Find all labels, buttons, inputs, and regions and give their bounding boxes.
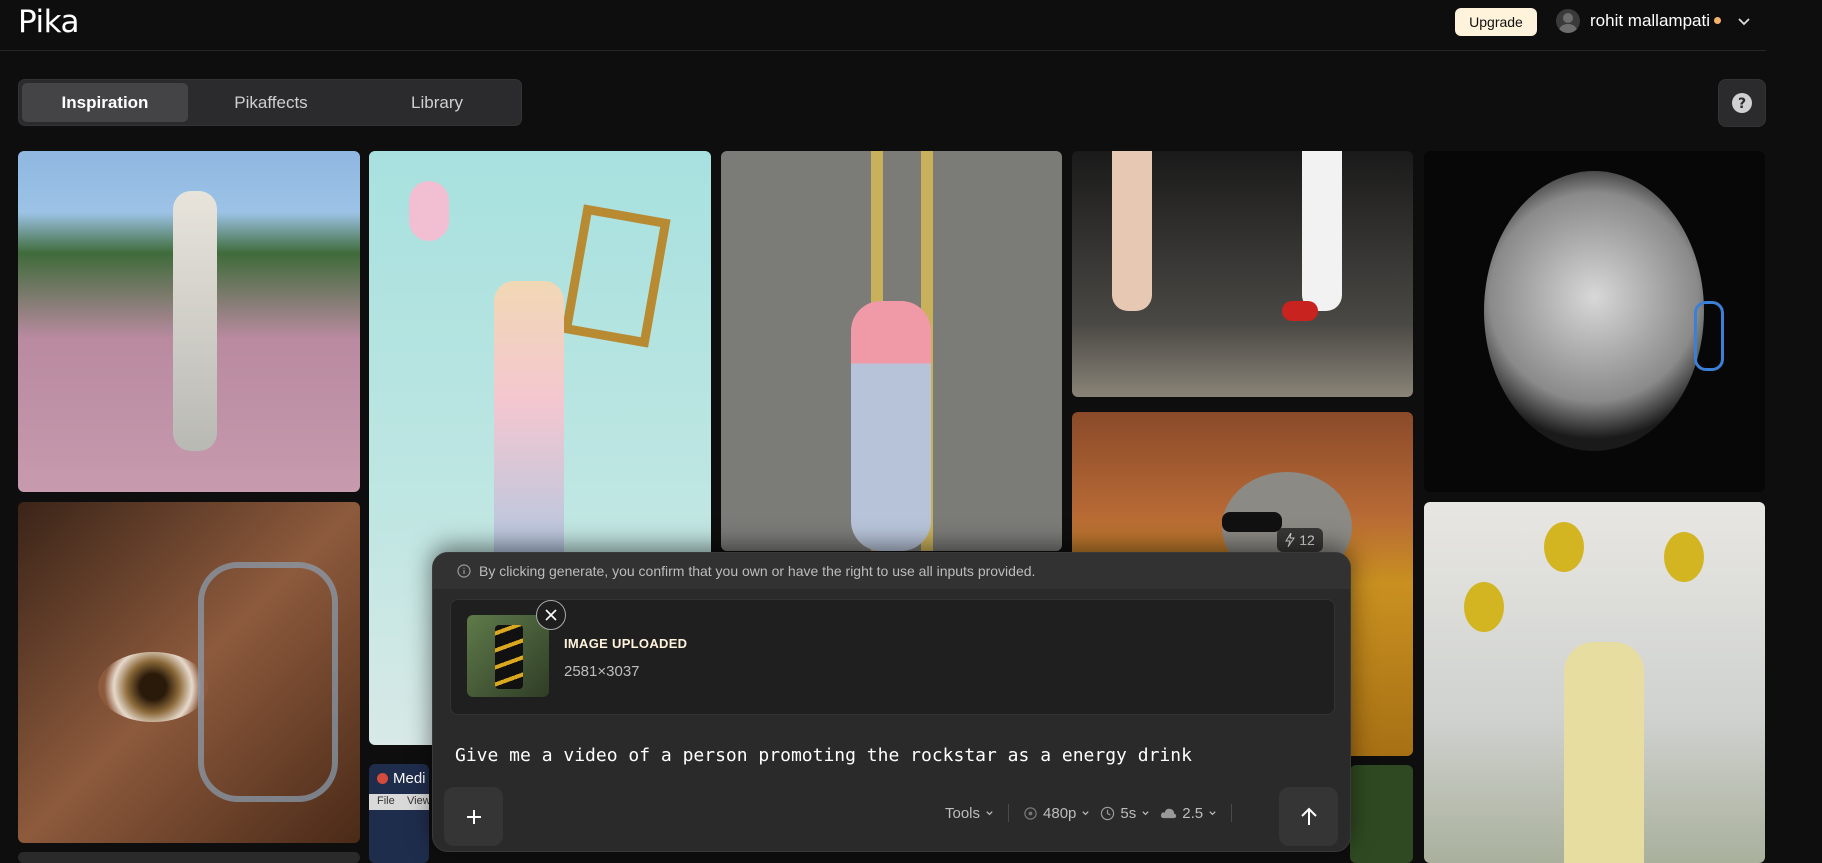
status-dot bbox=[1714, 17, 1721, 24]
media-window-title: Medi bbox=[393, 770, 426, 787]
chevron-down-icon bbox=[986, 810, 993, 815]
question-circle-icon: ? bbox=[1732, 93, 1752, 113]
upload-dimensions: 2581×3037 bbox=[564, 663, 640, 680]
resolution-dropdown[interactable]: 480p bbox=[1023, 805, 1090, 822]
gallery-item-pink-hair-road[interactable] bbox=[721, 151, 1062, 551]
add-button[interactable] bbox=[444, 787, 503, 846]
chevron-down-icon bbox=[1082, 810, 1090, 815]
prompt-composer: By clicking generate, you confirm that y… bbox=[432, 552, 1351, 852]
tab-pikaffects[interactable]: Pikaffects bbox=[188, 83, 354, 122]
duration-value: 5s bbox=[1120, 804, 1137, 822]
cloud-icon bbox=[1161, 808, 1177, 818]
tools-label: Tools bbox=[945, 804, 981, 822]
gallery-item-media-window[interactable]: Medi File View bbox=[369, 764, 429, 863]
arrow-up-icon bbox=[1300, 807, 1317, 825]
resolution-icon bbox=[1024, 806, 1037, 820]
generate-button[interactable] bbox=[1279, 787, 1338, 846]
uploaded-image-thumbnail[interactable] bbox=[467, 615, 549, 697]
upgrade-button[interactable]: Upgrade bbox=[1455, 8, 1537, 36]
clock-icon bbox=[1101, 806, 1115, 820]
user-avatar[interactable] bbox=[1556, 9, 1580, 33]
media-menu-file: File bbox=[377, 795, 395, 807]
user-name[interactable]: rohit mallampati bbox=[1590, 11, 1710, 31]
uploaded-image-card: IMAGE UPLOADED 2581×3037 bbox=[450, 599, 1335, 715]
gallery-item-tulips-mirror[interactable] bbox=[1424, 502, 1765, 863]
tools-dropdown[interactable]: Tools bbox=[945, 805, 994, 822]
tab-inspiration[interactable]: Inspiration bbox=[22, 83, 188, 122]
credits-badge: 12 bbox=[1277, 528, 1323, 552]
pika-logo[interactable]: Pika bbox=[18, 4, 80, 40]
divider bbox=[1231, 804, 1233, 822]
consent-notice-text: By clicking generate, you confirm that y… bbox=[479, 563, 1036, 579]
tab-library[interactable]: Library bbox=[354, 83, 520, 122]
gallery-item-chrome-eye[interactable] bbox=[18, 502, 360, 843]
gallery-item-chrome-head[interactable] bbox=[1424, 151, 1765, 492]
help-button[interactable]: ? bbox=[1718, 79, 1766, 127]
gallery-item-partial-bottom[interactable] bbox=[18, 852, 360, 863]
gallery-item-flower-shoes[interactable] bbox=[1072, 151, 1413, 397]
gallery-item-plant[interactable] bbox=[1350, 765, 1413, 863]
upload-status-label: IMAGE UPLOADED bbox=[564, 636, 688, 651]
model-value: 2.5 bbox=[1182, 804, 1204, 822]
chevron-down-icon bbox=[1209, 810, 1216, 815]
duration-dropdown[interactable]: 5s bbox=[1100, 805, 1150, 822]
plus-icon bbox=[466, 809, 481, 824]
info-icon bbox=[457, 564, 471, 578]
divider bbox=[1008, 804, 1010, 822]
gallery-item-photographer-field[interactable] bbox=[18, 151, 360, 492]
view-tabs: Inspiration Pikaffects Library bbox=[18, 79, 522, 126]
chevron-down-icon bbox=[1142, 810, 1149, 815]
close-icon bbox=[545, 609, 557, 621]
prompt-input[interactable]: Give me a video of a person promoting th… bbox=[455, 745, 1192, 766]
remove-image-button[interactable] bbox=[536, 600, 566, 630]
credits-count: 12 bbox=[1299, 532, 1315, 548]
lightning-icon bbox=[1285, 533, 1296, 547]
top-bar: Pika Upgrade rohit mallampati bbox=[0, 0, 1766, 51]
chevron-down-icon[interactable] bbox=[1736, 13, 1752, 29]
generation-controls: Tools 480p 5s 2.5 bbox=[945, 804, 1236, 822]
svg-text:?: ? bbox=[1738, 96, 1746, 112]
consent-notice: By clicking generate, you confirm that y… bbox=[433, 553, 1350, 589]
media-menu-view: View bbox=[407, 795, 429, 807]
resolution-value: 480p bbox=[1043, 804, 1077, 822]
model-dropdown[interactable]: 2.5 bbox=[1160, 805, 1217, 822]
